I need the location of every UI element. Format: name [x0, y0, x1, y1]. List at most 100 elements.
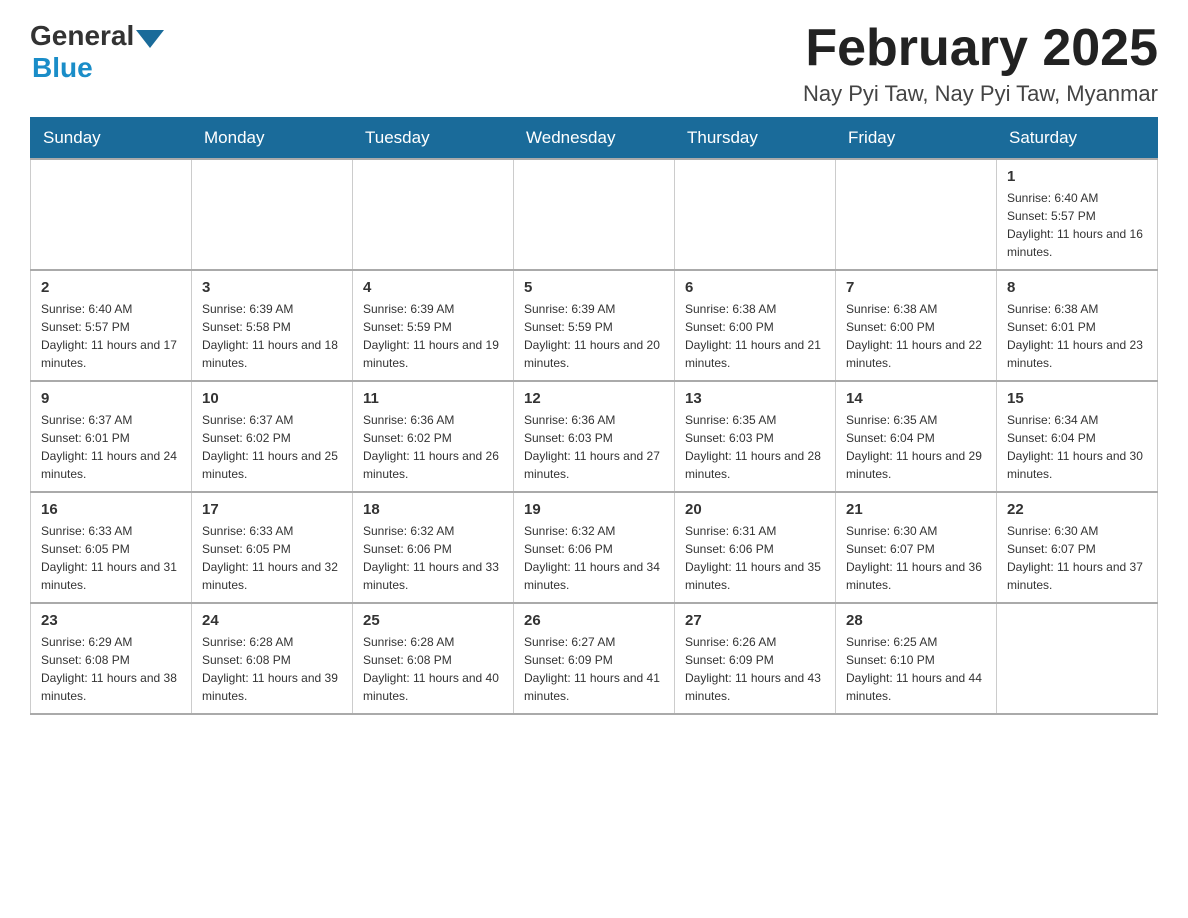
title-section: February 2025 Nay Pyi Taw, Nay Pyi Taw, …: [803, 20, 1158, 107]
day-info: Sunrise: 6:33 AMSunset: 6:05 PMDaylight:…: [41, 522, 181, 594]
header-thursday: Thursday: [675, 118, 836, 160]
table-row: 5 Sunrise: 6:39 AMSunset: 5:59 PMDaylight…: [514, 270, 675, 381]
header-saturday: Saturday: [997, 118, 1158, 160]
day-info: Sunrise: 6:32 AMSunset: 6:06 PMDaylight:…: [524, 522, 664, 594]
header-wednesday: Wednesday: [514, 118, 675, 160]
day-info: Sunrise: 6:34 AMSunset: 6:04 PMDaylight:…: [1007, 411, 1147, 483]
table-row: [997, 603, 1158, 714]
page-header: General Blue February 2025 Nay Pyi Taw, …: [30, 20, 1158, 107]
day-info: Sunrise: 6:38 AMSunset: 6:00 PMDaylight:…: [685, 300, 825, 372]
day-number: 21: [846, 501, 986, 518]
table-row: 20 Sunrise: 6:31 AMSunset: 6:06 PMDayligh…: [675, 492, 836, 603]
calendar-week-row: 2 Sunrise: 6:40 AMSunset: 5:57 PMDaylight…: [31, 270, 1158, 381]
table-row: 13 Sunrise: 6:35 AMSunset: 6:03 PMDayligh…: [675, 381, 836, 492]
table-row: 21 Sunrise: 6:30 AMSunset: 6:07 PMDayligh…: [836, 492, 997, 603]
table-row: 14 Sunrise: 6:35 AMSunset: 6:04 PMDayligh…: [836, 381, 997, 492]
table-row: 3 Sunrise: 6:39 AMSunset: 5:58 PMDaylight…: [192, 270, 353, 381]
day-number: 20: [685, 501, 825, 518]
table-row: 1 Sunrise: 6:40 AMSunset: 5:57 PMDaylight…: [997, 159, 1158, 270]
day-info: Sunrise: 6:30 AMSunset: 6:07 PMDaylight:…: [1007, 522, 1147, 594]
day-number: 4: [363, 279, 503, 296]
calendar-header-row: Sunday Monday Tuesday Wednesday Thursday…: [31, 118, 1158, 160]
day-number: 27: [685, 612, 825, 629]
table-row: 2 Sunrise: 6:40 AMSunset: 5:57 PMDaylight…: [31, 270, 192, 381]
day-number: 17: [202, 501, 342, 518]
day-number: 13: [685, 390, 825, 407]
calendar-subtitle: Nay Pyi Taw, Nay Pyi Taw, Myanmar: [803, 81, 1158, 107]
table-row: 4 Sunrise: 6:39 AMSunset: 5:59 PMDaylight…: [353, 270, 514, 381]
header-friday: Friday: [836, 118, 997, 160]
day-number: 6: [685, 279, 825, 296]
calendar-week-row: 23Sunrise: 6:29 AMSunset: 6:08 PMDayligh…: [31, 603, 1158, 714]
table-row: 28 Sunrise: 6:25 AMSunset: 6:10 PMDayligh…: [836, 603, 997, 714]
day-info: Sunrise: 6:25 AMSunset: 6:10 PMDaylight:…: [846, 633, 986, 705]
day-number: 26: [524, 612, 664, 629]
day-number: 24: [202, 612, 342, 629]
day-info: Sunrise: 6:36 AMSunset: 6:02 PMDaylight:…: [363, 411, 503, 483]
day-info: Sunrise: 6:30 AMSunset: 6:07 PMDaylight:…: [846, 522, 986, 594]
logo-general-text: General: [30, 20, 134, 52]
table-row: 11Sunrise: 6:36 AMSunset: 6:02 PMDayligh…: [353, 381, 514, 492]
table-row: 8Sunrise: 6:38 AMSunset: 6:01 PMDaylight…: [997, 270, 1158, 381]
table-row: 18 Sunrise: 6:32 AMSunset: 6:06 PMDayligh…: [353, 492, 514, 603]
table-row: 26 Sunrise: 6:27 AMSunset: 6:09 PMDayligh…: [514, 603, 675, 714]
calendar-week-row: 1 Sunrise: 6:40 AMSunset: 5:57 PMDaylight…: [31, 159, 1158, 270]
day-info: Sunrise: 6:31 AMSunset: 6:06 PMDaylight:…: [685, 522, 825, 594]
day-info: Sunrise: 6:35 AMSunset: 6:03 PMDaylight:…: [685, 411, 825, 483]
header-sunday: Sunday: [31, 118, 192, 160]
table-row: 7 Sunrise: 6:38 AMSunset: 6:00 PMDaylight…: [836, 270, 997, 381]
day-info: Sunrise: 6:36 AMSunset: 6:03 PMDaylight:…: [524, 411, 664, 483]
day-number: 25: [363, 612, 503, 629]
day-info: Sunrise: 6:26 AMSunset: 6:09 PMDaylight:…: [685, 633, 825, 705]
day-number: 28: [846, 612, 986, 629]
day-info: Sunrise: 6:38 AMSunset: 6:00 PMDaylight:…: [846, 300, 986, 372]
day-info: Sunrise: 6:27 AMSunset: 6:09 PMDaylight:…: [524, 633, 664, 705]
table-row: [514, 159, 675, 270]
table-row: 6 Sunrise: 6:38 AMSunset: 6:00 PMDaylight…: [675, 270, 836, 381]
day-info: Sunrise: 6:37 AMSunset: 6:01 PMDaylight:…: [41, 411, 181, 483]
day-info: Sunrise: 6:35 AMSunset: 6:04 PMDaylight:…: [846, 411, 986, 483]
day-info: Sunrise: 6:37 AMSunset: 6:02 PMDaylight:…: [202, 411, 342, 483]
day-info: Sunrise: 6:28 AMSunset: 6:08 PMDaylight:…: [363, 633, 503, 705]
day-info: Sunrise: 6:33 AMSunset: 6:05 PMDaylight:…: [202, 522, 342, 594]
table-row: 22 Sunrise: 6:30 AMSunset: 6:07 PMDayligh…: [997, 492, 1158, 603]
table-row: 17 Sunrise: 6:33 AMSunset: 6:05 PMDayligh…: [192, 492, 353, 603]
calendar-week-row: 9 Sunrise: 6:37 AMSunset: 6:01 PMDaylight…: [31, 381, 1158, 492]
day-number: 10: [202, 390, 342, 407]
day-info: Sunrise: 6:39 AMSunset: 5:59 PMDaylight:…: [363, 300, 503, 372]
day-number: 16: [41, 501, 181, 518]
day-number: 15: [1007, 390, 1147, 407]
table-row: 10 Sunrise: 6:37 AMSunset: 6:02 PMDayligh…: [192, 381, 353, 492]
day-number: 23: [41, 612, 181, 629]
table-row: 15 Sunrise: 6:34 AMSunset: 6:04 PMDayligh…: [997, 381, 1158, 492]
day-number: 12: [524, 390, 664, 407]
day-number: 2: [41, 279, 181, 296]
day-number: 18: [363, 501, 503, 518]
table-row: [836, 159, 997, 270]
day-number: 5: [524, 279, 664, 296]
day-info: Sunrise: 6:40 AMSunset: 5:57 PMDaylight:…: [1007, 189, 1147, 261]
logo-blue-text: Blue: [32, 52, 93, 84]
day-info: Sunrise: 6:32 AMSunset: 6:06 PMDaylight:…: [363, 522, 503, 594]
table-row: 23Sunrise: 6:29 AMSunset: 6:08 PMDayligh…: [31, 603, 192, 714]
day-number: 19: [524, 501, 664, 518]
table-row: 19 Sunrise: 6:32 AMSunset: 6:06 PMDayligh…: [514, 492, 675, 603]
header-monday: Monday: [192, 118, 353, 160]
day-info: Sunrise: 6:39 AMSunset: 5:58 PMDaylight:…: [202, 300, 342, 372]
logo-arrow-icon: [136, 30, 164, 48]
day-number: 14: [846, 390, 986, 407]
day-number: 3: [202, 279, 342, 296]
day-number: 22: [1007, 501, 1147, 518]
calendar-table: Sunday Monday Tuesday Wednesday Thursday…: [30, 117, 1158, 715]
table-row: 16 Sunrise: 6:33 AMSunset: 6:05 PMDayligh…: [31, 492, 192, 603]
table-row: [353, 159, 514, 270]
day-number: 8: [1007, 279, 1147, 296]
day-info: Sunrise: 6:40 AMSunset: 5:57 PMDaylight:…: [41, 300, 181, 372]
table-row: 25 Sunrise: 6:28 AMSunset: 6:08 PMDayligh…: [353, 603, 514, 714]
table-row: 12 Sunrise: 6:36 AMSunset: 6:03 PMDayligh…: [514, 381, 675, 492]
day-number: 9: [41, 390, 181, 407]
day-number: 1: [1007, 168, 1147, 185]
day-number: 7: [846, 279, 986, 296]
day-info: Sunrise: 6:39 AMSunset: 5:59 PMDaylight:…: [524, 300, 664, 372]
header-tuesday: Tuesday: [353, 118, 514, 160]
